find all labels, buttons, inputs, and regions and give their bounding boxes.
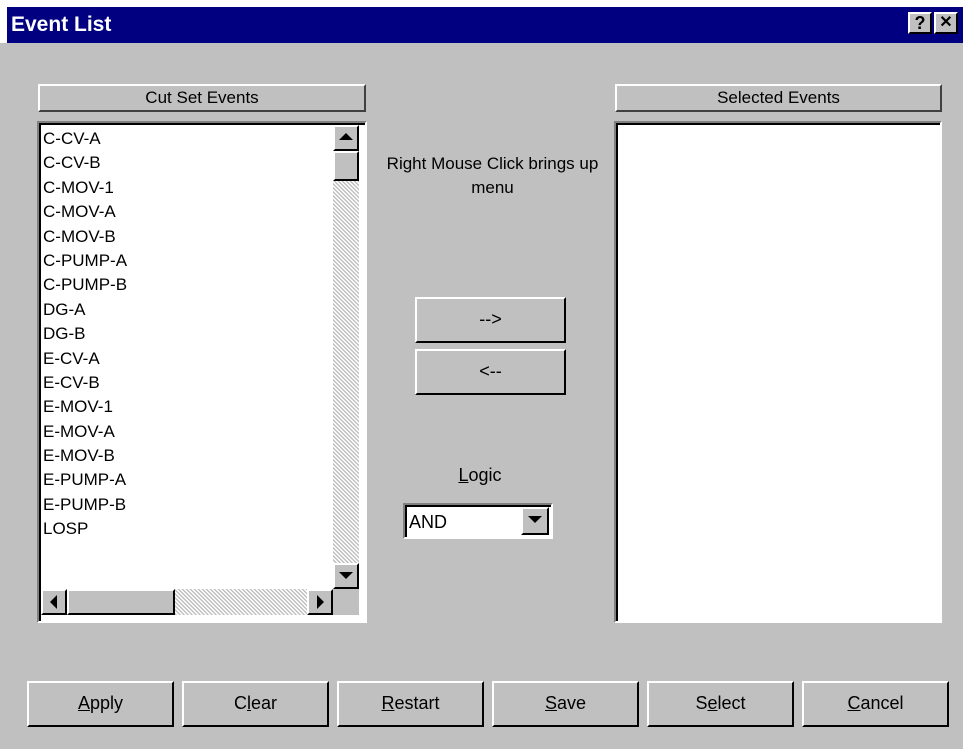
remove-event-button[interactable]: <--: [415, 349, 566, 395]
logic-select-value: AND: [409, 512, 448, 532]
list-item[interactable]: DG-B: [43, 322, 331, 346]
chevron-down-icon: [528, 516, 542, 523]
title-bar-fill: Event List ? ✕: [7, 7, 963, 43]
list-item[interactable]: C-CV-B: [43, 151, 331, 175]
list-item[interactable]: C-PUMP-B: [43, 273, 331, 297]
cut-set-events-header-label: Cut Set Events: [145, 88, 259, 107]
arrow-down-icon: [339, 572, 353, 579]
arrow-up-icon: [339, 133, 353, 140]
right-click-hint: Right Mouse Click brings up menu: [386, 154, 599, 197]
help-button[interactable]: ?: [908, 12, 932, 34]
cut-set-events-items: C-CV-A C-CV-B C-MOV-1 C-MOV-A C-MOV-B C-PUMP-…: [43, 127, 331, 542]
apply-button[interactable]: Apply: [27, 681, 174, 727]
list-item[interactable]: E-MOV-A: [43, 420, 331, 444]
horizontal-scroll-thumb[interactable]: [67, 589, 175, 615]
list-item[interactable]: E-CV-B: [43, 371, 331, 395]
scrollbar-corner: [333, 589, 359, 615]
list-item[interactable]: E-PUMP-A: [43, 468, 331, 492]
scroll-left-button[interactable]: [41, 589, 67, 615]
list-item[interactable]: C-MOV-1: [43, 176, 331, 200]
selected-events-list[interactable]: [614, 121, 942, 623]
clear-button[interactable]: Clear: [182, 681, 329, 727]
list-item[interactable]: C-CV-A: [43, 127, 331, 151]
save-button[interactable]: Save: [492, 681, 639, 727]
logic-select[interactable]: AND: [403, 503, 553, 539]
list-item[interactable]: E-PUMP-B: [43, 493, 331, 517]
cancel-button[interactable]: Cancel: [802, 681, 949, 727]
restart-button[interactable]: Restart: [337, 681, 484, 727]
arrow-right-icon: [317, 595, 324, 609]
scroll-down-button[interactable]: [333, 563, 359, 589]
logic-dropdown-button[interactable]: [521, 507, 549, 535]
select-button[interactable]: Select: [647, 681, 794, 727]
arrow-left-icon: [50, 595, 57, 609]
remove-event-label: <--: [479, 361, 502, 381]
window-title: Event List: [11, 13, 112, 36]
add-event-label: -->: [479, 309, 502, 329]
logic-label: Logic: [458, 465, 502, 485]
list-item[interactable]: LOSP: [43, 517, 331, 541]
title-bar: Event List ? ✕: [0, 0, 963, 43]
vertical-scrollbar[interactable]: [333, 125, 359, 589]
list-item[interactable]: C-MOV-B: [43, 225, 331, 249]
cut-set-events-list[interactable]: C-CV-A C-CV-B C-MOV-1 C-MOV-A C-MOV-B C-PUMP-…: [37, 121, 367, 623]
cut-set-events-header: Cut Set Events: [38, 84, 366, 112]
add-event-button[interactable]: -->: [415, 297, 566, 343]
list-item[interactable]: E-MOV-1: [43, 395, 331, 419]
list-item[interactable]: E-MOV-B: [43, 444, 331, 468]
scroll-right-button[interactable]: [307, 589, 333, 615]
selected-events-header: Selected Events: [615, 84, 942, 112]
scroll-up-button[interactable]: [333, 125, 359, 151]
selected-events-header-label: Selected Events: [717, 88, 840, 107]
vertical-scroll-thumb[interactable]: [333, 151, 359, 181]
list-item[interactable]: C-PUMP-A: [43, 249, 331, 273]
close-button[interactable]: ✕: [934, 12, 958, 34]
list-item[interactable]: C-MOV-A: [43, 200, 331, 224]
list-item[interactable]: E-CV-A: [43, 347, 331, 371]
horizontal-scrollbar[interactable]: [41, 589, 333, 615]
list-item[interactable]: DG-A: [43, 298, 331, 322]
